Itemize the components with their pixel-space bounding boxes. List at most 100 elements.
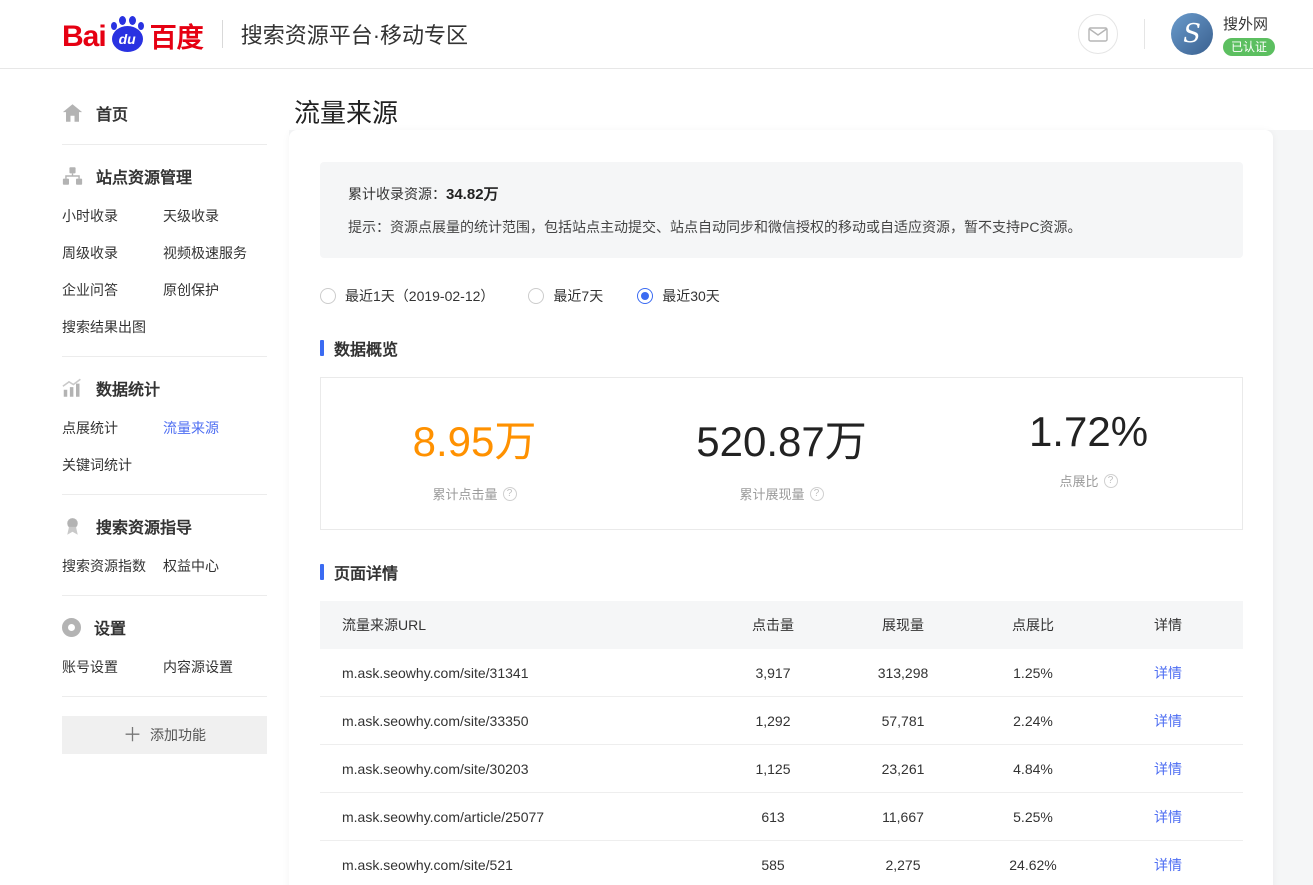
user-name: 搜外网 <box>1223 13 1275 34</box>
sidebar-link[interactable]: 搜索结果出图 <box>62 317 163 337</box>
radio-last-7-days[interactable]: 最近7天 <box>528 286 603 306</box>
plus-icon: ＋ <box>123 726 142 745</box>
baidu-logo-bai: Bai <box>62 22 106 52</box>
section-accent-bar <box>320 564 324 580</box>
source-url: m.ask.seowhy.com/site/521 <box>320 857 713 873</box>
user-avatar[interactable]: S <box>1171 13 1213 55</box>
medal-icon <box>62 516 83 536</box>
sidebar-link[interactable]: 周级收录 <box>62 243 163 263</box>
sidebar-link[interactable]: 企业问答 <box>62 280 163 300</box>
sidebar-link[interactable]: 权益中心 <box>163 556 267 576</box>
stat-total-clicks: 8.95万 累计点击量 ? <box>321 408 628 503</box>
ctr-value: 24.62% <box>973 857 1093 873</box>
impressions-value: 11,667 <box>833 809 973 825</box>
indexed-resources-value: 34.82万 <box>446 183 499 204</box>
ctr-value: 5.25% <box>973 809 1093 825</box>
table-row: m.ask.seowhy.com/article/25077 613 11,66… <box>320 793 1243 841</box>
question-icon[interactable]: ? <box>810 487 824 501</box>
sidebar-divider <box>62 494 267 495</box>
overview-section-header: 数据概览 <box>320 336 1243 360</box>
sidebar-home-label: 首页 <box>96 101 128 125</box>
messages-button[interactable] <box>1078 14 1118 54</box>
sidebar-section-data-statistics: 数据统计 <box>62 376 267 400</box>
verified-badge: 已认证 <box>1223 38 1275 56</box>
question-icon[interactable]: ? <box>503 487 517 501</box>
sidebar-link[interactable]: 内容源设置 <box>163 657 267 677</box>
clicks-value: 1,125 <box>713 761 833 777</box>
home-icon <box>62 103 83 123</box>
sidebar-divider <box>62 144 267 145</box>
impressions-value: 2,275 <box>833 857 973 873</box>
impressions-value: 23,261 <box>833 761 973 777</box>
table-row: m.ask.seowhy.com/site/521 585 2,275 24.6… <box>320 841 1243 885</box>
baidu-logo[interactable]: Bai du 百度 <box>62 16 204 52</box>
traffic-source-table: 流量来源URL 点击量 展现量 点展比 详情 m.ask.seowhy.com/… <box>320 601 1243 885</box>
radio-last-30-days[interactable]: 最近30天 <box>637 286 720 306</box>
sidebar-link-keyword-stats[interactable]: 关键词统计 <box>62 455 163 475</box>
sidebar: 首页 站点资源管理 小时收录 天级收录 周级收录 视频极速服务 企业问答 原创保… <box>0 69 289 885</box>
content-card: 累计收录资源： 34.82万 提示：资源点展量的统计范围，包括站点主动提交、站点… <box>289 130 1273 885</box>
source-url: m.ask.seowhy.com/site/30203 <box>320 761 713 777</box>
ctr-value: 1.25% <box>973 665 1093 681</box>
clicks-value: 613 <box>713 809 833 825</box>
stat-value-ctr: 1.72% <box>935 408 1242 456</box>
detail-link[interactable]: 详情 <box>1154 857 1182 873</box>
ctr-value: 4.84% <box>973 761 1093 777</box>
stat-total-impressions: 520.87万 累计展现量 ? <box>628 408 935 503</box>
baidu-paw-icon: du <box>109 16 147 52</box>
indexed-resources-label: 累计收录资源： <box>348 184 446 204</box>
source-url: m.ask.seowhy.com/site/33350 <box>320 713 713 729</box>
sitemap-icon <box>62 166 83 186</box>
sidebar-item-home[interactable]: 首页 <box>62 101 267 125</box>
add-feature-button[interactable]: ＋ 添加功能 <box>62 716 267 754</box>
bar-chart-icon <box>62 378 83 398</box>
table-row: m.ask.seowhy.com/site/33350 1,292 57,781… <box>320 697 1243 745</box>
clicks-value: 3,917 <box>713 665 833 681</box>
sidebar-divider <box>62 356 267 357</box>
radio-last-1-day[interactable]: 最近1天（2019-02-12） <box>320 286 494 306</box>
ctr-value: 2.24% <box>973 713 1093 729</box>
detail-link[interactable]: 详情 <box>1154 713 1182 729</box>
top-header: Bai du 百度 搜索资源平台·移动专区 S 搜外网 已认证 <box>0 0 1313 69</box>
sidebar-divider <box>62 595 267 596</box>
sidebar-link-traffic-source-active[interactable]: 流量来源 <box>163 418 267 438</box>
sidebar-section-resource-guidance: 搜索资源指导 <box>62 514 267 538</box>
source-url: m.ask.seowhy.com/site/31341 <box>320 665 713 681</box>
notice-box: 累计收录资源： 34.82万 提示：资源点展量的统计范围，包括站点主动提交、站点… <box>320 162 1243 258</box>
header-divider <box>222 20 223 48</box>
stat-ctr: 1.72% 点展比 ? <box>935 408 1242 503</box>
header-right-divider <box>1144 19 1145 49</box>
clicks-value: 585 <box>713 857 833 873</box>
impressions-value: 57,781 <box>833 713 973 729</box>
radio-circle-checked <box>637 288 653 304</box>
source-url: m.ask.seowhy.com/article/25077 <box>320 809 713 825</box>
clicks-value: 1,292 <box>713 713 833 729</box>
baidu-logo-chinese: 百度 <box>150 25 204 52</box>
overview-panel: 8.95万 累计点击量 ? 520.87万 累计展现量 ? <box>320 377 1243 530</box>
detail-link[interactable]: 详情 <box>1154 761 1182 777</box>
detail-link[interactable]: 详情 <box>1154 665 1182 681</box>
detail-section-header: 页面详情 <box>320 560 1243 584</box>
table-row: m.ask.seowhy.com/site/31341 3,917 313,29… <box>320 649 1243 697</box>
radio-circle <box>528 288 544 304</box>
radio-circle <box>320 288 336 304</box>
sidebar-link[interactable]: 天级收录 <box>163 206 267 226</box>
sidebar-divider <box>62 696 267 697</box>
section-accent-bar <box>320 340 324 356</box>
sidebar-link-click-stats[interactable]: 点展统计 <box>62 418 163 438</box>
sidebar-link[interactable]: 原创保护 <box>163 280 267 300</box>
page-title-band: 流量来源 <box>289 69 1313 130</box>
sidebar-link[interactable]: 搜索资源指数 <box>62 556 163 576</box>
table-row: m.ask.seowhy.com/site/30203 1,125 23,261… <box>320 745 1243 793</box>
page-title: 流量来源 <box>294 93 1313 130</box>
detail-link[interactable]: 详情 <box>1154 809 1182 825</box>
table-header-row: 流量来源URL 点击量 展现量 点展比 详情 <box>320 601 1243 649</box>
date-range-filter: 最近1天（2019-02-12） 最近7天 最近30天 <box>320 286 1243 306</box>
sidebar-link[interactable]: 账号设置 <box>62 657 163 677</box>
stat-value-clicks: 8.95万 <box>321 408 628 469</box>
question-icon[interactable]: ? <box>1104 474 1118 488</box>
sidebar-link[interactable]: 小时收录 <box>62 206 163 226</box>
sidebar-link[interactable]: 视频极速服务 <box>163 243 267 263</box>
gear-icon <box>62 618 81 637</box>
impressions-value: 313,298 <box>833 665 973 681</box>
